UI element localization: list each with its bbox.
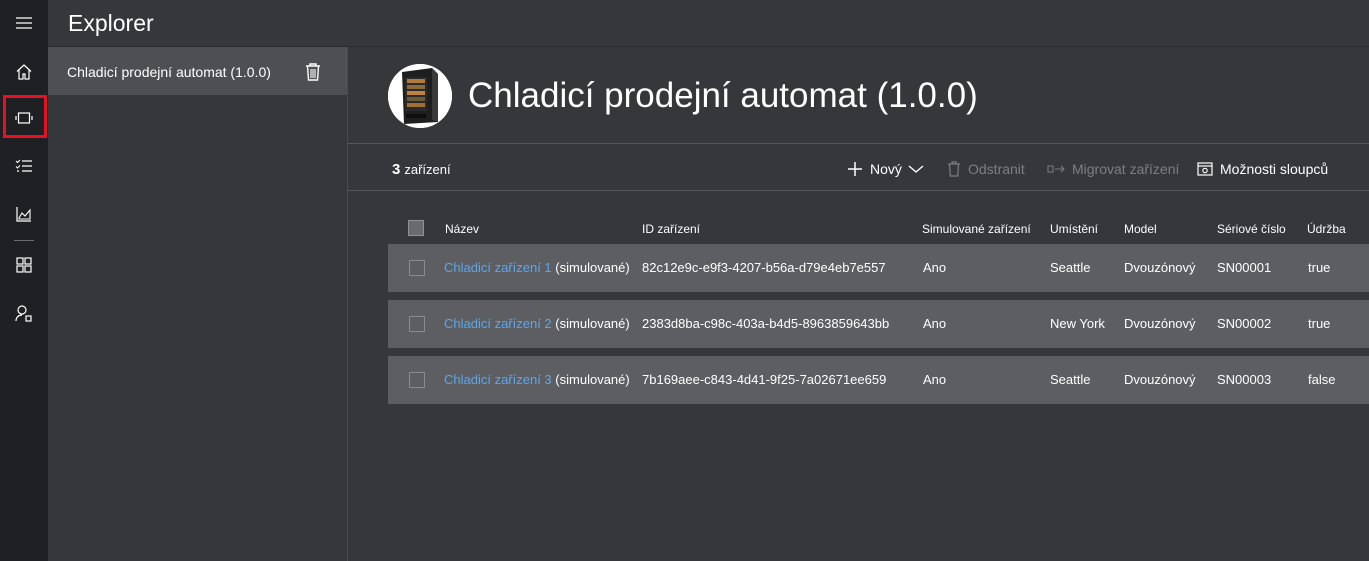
app-title: Explorer [68, 10, 154, 36]
nav-analytics[interactable] [0, 191, 48, 237]
new-device-label: Nový [870, 161, 902, 177]
device-template-image [388, 64, 452, 128]
model-cell: Dvouzónový [1124, 372, 1196, 387]
device-name-cell: Chladicí zařízení 3 (simulované) [444, 372, 630, 387]
nav-dashboards[interactable] [0, 242, 48, 288]
serial-cell: SN00003 [1217, 372, 1272, 387]
divider [348, 143, 1369, 144]
vending-machine-icon [388, 64, 452, 128]
simulated-suffix: (simulované) [555, 316, 630, 331]
column-header-name[interactable]: Název [445, 222, 479, 236]
migrate-device-label: Migrovat zařízení [1072, 161, 1180, 177]
model-cell: Dvouzónový [1124, 260, 1196, 275]
row-checkbox[interactable] [409, 372, 425, 388]
table-row[interactable]: Chladicí zařízení 2 (simulované) 2383d8b… [388, 300, 1369, 348]
device-list-main: Chladicí prodejní automat (1.0.0) 3 zaříz… [348, 47, 1369, 561]
migrate-icon [1047, 165, 1065, 173]
model-cell: Dvouzónový [1124, 316, 1196, 331]
select-all-checkbox[interactable] [408, 220, 424, 236]
chevron-down-icon [908, 165, 924, 173]
hamburger-icon [16, 17, 32, 29]
row-checkbox[interactable] [409, 316, 425, 332]
simulated-cell: Ano [923, 316, 947, 331]
template-list-item-label: Chladicí prodejní automat (1.0.0) [67, 64, 271, 80]
device-count-number: 3 [392, 161, 401, 178]
maintenance-cell: true [1308, 260, 1331, 275]
selected-nav-highlight [3, 95, 47, 138]
nav-administration[interactable] [0, 290, 48, 336]
plus-icon [848, 162, 862, 176]
location-cell: New York [1050, 316, 1105, 331]
column-header-simulated[interactable]: Simulované zařízení [922, 222, 1031, 236]
serial-cell: SN00001 [1217, 260, 1272, 275]
device-template-panel: Chladicí prodejní automat (1.0.0) [48, 47, 348, 561]
nav-home[interactable] [0, 49, 48, 95]
device-name-link[interactable]: Chladicí zařízení 3 [444, 372, 552, 387]
simulated-suffix: (simulované) [555, 372, 630, 387]
device-count-label: zařízení [404, 162, 451, 177]
app-header: Explorer [48, 0, 1369, 47]
column-header-serial[interactable]: Sériové číslo [1217, 222, 1286, 236]
nav-rules[interactable] [0, 143, 48, 189]
row-checkbox[interactable] [409, 260, 425, 276]
divider [348, 190, 1369, 191]
maintenance-cell: false [1308, 372, 1336, 387]
device-name-link[interactable]: Chladicí zařízení 1 [444, 260, 552, 275]
device-id-cell: 7b169aee-c843-4d41-9f25-7a02671ee659 [642, 372, 887, 387]
column-header-model[interactable]: Model [1124, 222, 1157, 236]
trash-icon[interactable] [304, 62, 322, 82]
delete-device-button[interactable]: Odstranit [947, 158, 1025, 180]
device-name-link[interactable]: Chladicí zařízení 2 [444, 316, 552, 331]
column-options-label: Možnosti sloupců [1220, 161, 1329, 177]
maintenance-cell: true [1308, 316, 1331, 331]
device-name-cell: Chladicí zařízení 1 (simulované) [444, 260, 630, 275]
device-count: 3 zařízení [392, 161, 451, 178]
device-name-cell: Chladicí zařízení 2 (simulované) [444, 316, 630, 331]
device-id-cell: 2383d8ba-c98c-403a-b4d5-8963859643bb [642, 316, 890, 331]
analytics-icon [16, 207, 31, 222]
page-title: Chladicí prodejní automat (1.0.0) [468, 76, 978, 115]
simulated-cell: Ano [923, 260, 947, 275]
column-header-device-id[interactable]: ID zařízení [642, 222, 700, 236]
home-icon [16, 64, 32, 80]
dashboard-grid-icon [16, 257, 32, 273]
delete-device-label: Odstranit [968, 161, 1025, 177]
checklist-icon [15, 159, 32, 172]
simulated-suffix: (simulované) [555, 260, 630, 275]
location-cell: Seattle [1050, 372, 1091, 387]
column-header-maintenance[interactable]: Údržba [1307, 222, 1346, 236]
column-header-location[interactable]: Umístění [1050, 222, 1098, 236]
location-cell: Seattle [1050, 260, 1091, 275]
migrate-device-button[interactable]: Migrovat zařízení [1047, 158, 1179, 180]
admin-user-icon [15, 305, 32, 322]
nav-rail [0, 0, 48, 561]
new-device-button[interactable]: Nový [847, 158, 924, 180]
rail-divider [14, 240, 34, 241]
column-options-button[interactable]: Možnosti sloupců [1197, 158, 1328, 180]
hamburger-menu-button[interactable] [0, 0, 48, 46]
template-list-item[interactable]: Chladicí prodejní automat (1.0.0) [48, 47, 347, 95]
trash-icon [948, 161, 960, 177]
table-row[interactable]: Chladicí zařízení 1 (simulované) 82c12e9… [388, 244, 1369, 292]
serial-cell: SN00002 [1217, 316, 1272, 331]
column-options-icon [1197, 162, 1213, 176]
table-row[interactable]: Chladicí zařízení 3 (simulované) 7b169ae… [388, 356, 1369, 404]
device-id-cell: 82c12e9c-e9f3-4207-b56a-d79e4eb7e557 [642, 260, 886, 275]
simulated-cell: Ano [923, 372, 947, 387]
